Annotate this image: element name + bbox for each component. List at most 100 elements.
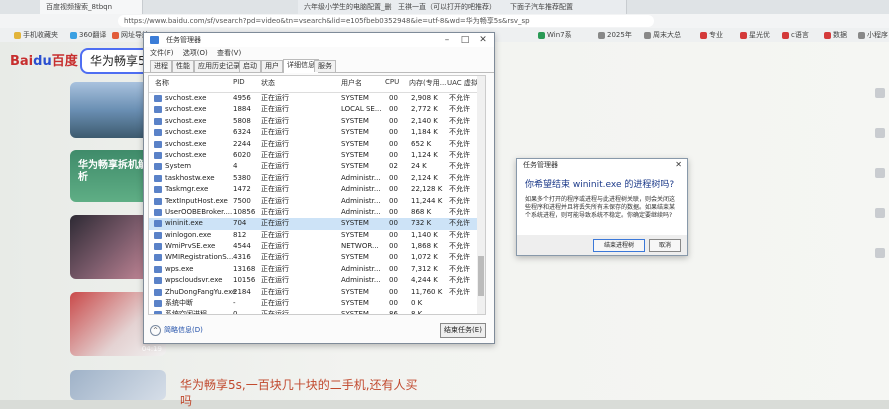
cell-cpu: 00 [389, 276, 398, 285]
cell-user: SYSTEM [341, 310, 369, 315]
browser-tab-bar: 百度视频搜索_8tbqn 六年级小学生的电脑配置_删掉 王祺一直（可以打开的吧推… [0, 0, 889, 14]
bookmark-item[interactable]: 星光优 [740, 30, 770, 40]
table-row[interactable]: Taskmgr.exe 1472 正在运行 Administr... 00 22,128 … [149, 184, 485, 195]
dialog-button-bar: 结束进程树 取消 [517, 235, 687, 255]
site-icon [740, 31, 747, 39]
table-row[interactable]: svchost.exe 6020 正在运行 SYSTEM 00 1,124 K 不允许 [149, 150, 485, 161]
cell-cpu: 00 [389, 230, 398, 239]
col-memory[interactable]: 内存(专用... [409, 78, 446, 88]
cell-user: SYSTEM [341, 230, 369, 239]
cell-mem: 0 K [411, 299, 423, 308]
tab-users[interactable]: 用户 [261, 60, 283, 72]
table-row[interactable]: svchost.exe 6324 正在运行 SYSTEM 00 1,184 K 不允许 [149, 127, 485, 138]
table-row[interactable]: 系统空闲进程 0 正在运行 SYSTEM 86 8 K [149, 309, 485, 315]
table-row[interactable]: svchost.exe 2244 正在运行 SYSTEM 00 652 K 不允许 [149, 139, 485, 150]
bookmark-item[interactable]: 周末大总 [644, 30, 681, 40]
close-icon[interactable]: ✕ [476, 33, 490, 47]
cell-mem: 1,124 K [411, 150, 438, 159]
table-row[interactable]: System 4 正在运行 SYSTEM 02 24 K 不允许 [149, 161, 485, 172]
bookmark-item[interactable]: 360翻译 [70, 30, 106, 40]
table-row[interactable]: wps.exe 13168 正在运行 Administr... 00 7,312 K 不允许 [149, 264, 485, 275]
cell-status: 正在运行 [261, 116, 289, 125]
table-row[interactable]: TextInputHost.exe 7500 正在运行 Administr... 00 1… [149, 196, 485, 207]
cell-mem: 1,184 K [411, 128, 438, 137]
tab-services[interactable]: 服务 [314, 60, 336, 72]
table-row[interactable]: winlogon.exe 812 正在运行 SYSTEM 00 1,140 K 不允许 [149, 230, 485, 241]
tab-performance[interactable]: 性能 [172, 60, 194, 72]
bookmark-item[interactable]: 专业 [700, 30, 723, 40]
menu-bar: 文件(F) 选项(O) 查看(V) [144, 47, 494, 59]
tab-processes[interactable]: 进程 [150, 60, 172, 72]
cell-user: NETWOR... [341, 242, 379, 251]
cell-status: 正在运行 [261, 150, 289, 159]
bookmark-item[interactable]: Win7系 [538, 30, 572, 40]
tab-car-config[interactable]: 下面子汽车推荐配置 [504, 0, 627, 14]
tab-startup[interactable]: 启动 [239, 60, 261, 72]
star-icon [14, 31, 21, 39]
task-manager-window: 任务管理器 – □ ✕ 文件(F) 选项(O) 查看(V) 进程 性能 应用历史… [143, 32, 495, 344]
cell-user: SYSTEM [341, 116, 369, 125]
process-icon [154, 300, 162, 308]
bookmark-item[interactable]: 手机收藏夹 [14, 30, 58, 40]
process-icon [154, 106, 162, 114]
video-thumbnail[interactable] [70, 370, 166, 400]
cell-user: Administr... [341, 276, 381, 285]
cell-mem: 2,772 K [411, 105, 438, 114]
minimize-icon[interactable]: – [440, 33, 454, 47]
cell-mem: 1,868 K [411, 242, 438, 251]
end-task-button[interactable]: 结束任务(E) [440, 323, 486, 338]
tab-baidu-video[interactable]: 百度视频搜索_8tbqn [40, 0, 143, 14]
end-process-tree-button[interactable]: 结束进程树 [593, 239, 645, 252]
result-title[interactable]: 华为畅享5s,一百块几十块的二手机,还有人买 [180, 376, 418, 393]
cell-status: 正在运行 [261, 287, 289, 296]
cell-mem: 8 K [411, 310, 423, 315]
col-pid[interactable]: PID [233, 78, 245, 86]
bookmark-item[interactable]: 数据 [824, 30, 847, 40]
col-name[interactable]: 名称 [155, 78, 169, 88]
table-row[interactable]: svchost.exe 5808 正在运行 SYSTEM 00 2,140 K 不允许 [149, 116, 485, 127]
table-row[interactable]: WmiPrvSE.exe 4544 正在运行 NETWOR... 00 1,868 K 不允… [149, 241, 485, 252]
process-icon [154, 254, 162, 262]
table-row[interactable]: svchost.exe 1884 正在运行 LOCAL SE... 00 2,772 K 不… [149, 104, 485, 115]
close-icon[interactable]: ✕ [675, 159, 682, 171]
table-row[interactable]: wininit.exe 704 正在运行 SYSTEM 00 732 K 不允许 [149, 218, 485, 230]
table-row[interactable]: UserOOBEBroker.... 10856 正在运行 Administr... 0… [149, 207, 485, 218]
table-row[interactable]: taskhostw.exe 5380 正在运行 Administr... 00 2,124… [149, 173, 485, 184]
cell-name: 系统中断 [165, 299, 193, 308]
result-title-cont[interactable]: 吗 [180, 392, 192, 409]
brief-info-toggle[interactable]: ^ 简略信息(D) [150, 325, 203, 336]
table-row[interactable]: WMIRegistrationS... 4316 正在运行 SYSTEM 00 1,072… [149, 252, 485, 263]
maximize-icon[interactable]: □ [458, 33, 472, 47]
url-field[interactable]: https://www.baidu.com/sf/vsearch?pd=vide… [118, 15, 654, 27]
baidu-logo[interactable]: Baidu百度 [10, 50, 78, 69]
col-cpu[interactable]: CPU [385, 78, 399, 86]
menu-file[interactable]: 文件(F) [150, 49, 174, 57]
bookmark-item[interactable]: 2025年 [598, 30, 632, 40]
bookmark-item[interactable]: c语言 [782, 30, 809, 40]
tab-wangqi[interactable]: 王祺一直（可以打开的吧推荐） [392, 0, 515, 14]
tab-pc-config[interactable]: 六年级小学生的电脑配置_删掉 [298, 0, 403, 14]
table-row[interactable]: wpscloudsvr.exe 10156 正在运行 Administr... 00 4,… [149, 275, 485, 286]
cancel-button[interactable]: 取消 [649, 239, 681, 252]
table-row[interactable]: svchost.exe 4956 正在运行 SYSTEM 00 2,908 K 不允许 [149, 93, 485, 104]
cell-uac: 不允许 [449, 207, 470, 216]
col-status[interactable]: 状态 [261, 78, 275, 88]
scrollbar-thumb[interactable] [478, 256, 484, 296]
cell-status: 正在运行 [261, 253, 289, 262]
process-icon [154, 311, 162, 314]
bookmark-item[interactable]: 小程序 [858, 30, 888, 40]
cell-mem: 24 K [411, 162, 427, 171]
cell-mem: 7,312 K [411, 264, 438, 273]
cell-uac: 不允许 [449, 173, 470, 182]
menu-view[interactable]: 查看(V) [217, 49, 241, 57]
process-icon [154, 140, 162, 148]
col-user[interactable]: 用户名 [341, 78, 362, 88]
tab-app-history[interactable]: 应用历史记录 [194, 60, 244, 72]
scrollbar[interactable] [477, 76, 485, 314]
cell-uac: 不允许 [449, 287, 470, 296]
site-icon [824, 31, 831, 39]
table-row[interactable]: 系统中断 - 正在运行 SYSTEM 00 0 K [149, 298, 485, 309]
chevron-up-icon: ^ [150, 325, 161, 336]
table-row[interactable]: ZhuDongFangYu.exe 2184 正在运行 SYSTEM 00 11,760 … [149, 287, 485, 298]
menu-options[interactable]: 选项(O) [183, 49, 208, 57]
